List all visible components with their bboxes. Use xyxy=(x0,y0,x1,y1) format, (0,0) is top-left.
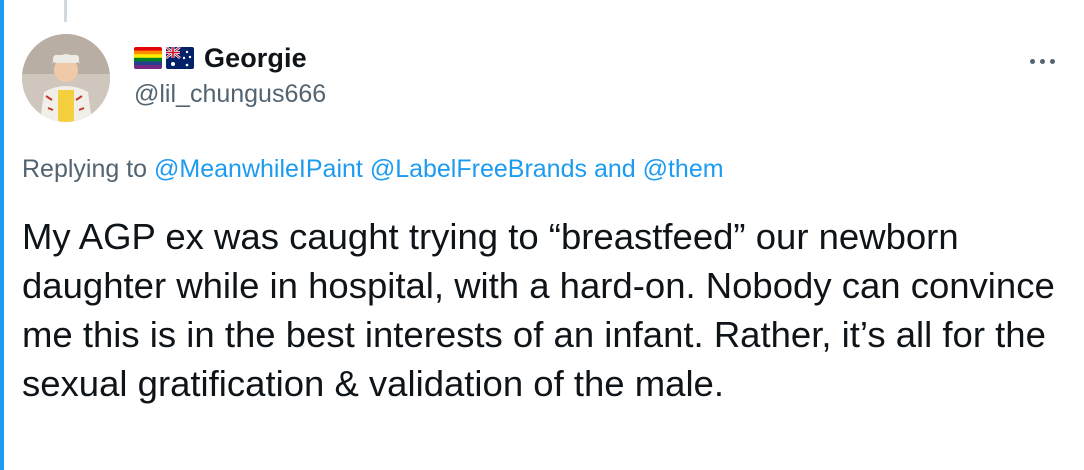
user-handle[interactable]: @lil_chungus666 xyxy=(134,80,326,109)
mention-link-them[interactable]: @them xyxy=(643,155,724,183)
replying-prefix: Replying to xyxy=(22,155,148,183)
mention-link-labelfreebrands[interactable]: @LabelFreeBrands xyxy=(370,155,587,183)
replying-to-line: Replying to @MeanwhileIPaint @LabelFreeB… xyxy=(22,155,724,184)
thread-connector-line xyxy=(64,0,67,22)
more-options-button[interactable] xyxy=(1020,46,1064,76)
left-edge-bar xyxy=(0,0,4,470)
rainbow-flag-icon xyxy=(134,47,162,69)
avatar[interactable] xyxy=(22,34,110,122)
tweet-text: My AGP ex was caught trying to “breastfe… xyxy=(22,216,1055,404)
australia-flag-icon xyxy=(166,47,194,69)
more-dot-icon xyxy=(1039,58,1045,64)
mention-link-meanwhileipaint[interactable]: @MeanwhileIPaint xyxy=(154,155,363,183)
more-dot-icon xyxy=(1049,58,1055,64)
display-name[interactable]: Georgie xyxy=(204,43,307,74)
replying-and-link[interactable]: and xyxy=(594,155,636,183)
author-name-row[interactable]: Georgie xyxy=(134,40,307,76)
more-dot-icon xyxy=(1029,58,1035,64)
